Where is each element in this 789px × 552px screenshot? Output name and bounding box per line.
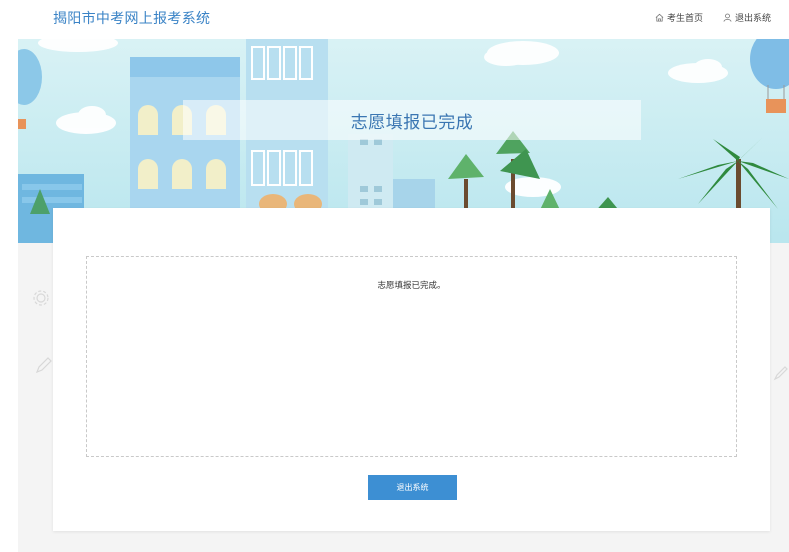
gear-icon <box>33 290 49 306</box>
content-card: 志愿填报已完成。 退出系统 <box>53 208 770 531</box>
home-icon <box>655 13 664 22</box>
exit-system-button[interactable]: 退出系统 <box>368 475 457 500</box>
pencil-icon <box>35 357 52 374</box>
banner-title: 志愿填报已完成 <box>350 112 474 133</box>
nav-logout-link[interactable]: 退出系统 <box>723 11 771 24</box>
pencil-icon <box>773 366 788 381</box>
completion-message: 志愿填报已完成。 <box>377 281 446 291</box>
message-box: 志愿填报已完成。 <box>86 256 737 457</box>
user-icon <box>723 13 732 22</box>
nav-home-label: 考生首页 <box>666 14 703 24</box>
nav-logout-label: 退出系统 <box>734 14 771 24</box>
banner-title-box: 志愿填报已完成 <box>183 100 641 140</box>
top-header: 揭阳市中考网上报考系统 考生首页 退出系统 <box>0 0 789 39</box>
site-title: 揭阳市中考网上报考系统 <box>53 11 211 27</box>
top-nav: 考生首页 退出系统 <box>655 11 771 24</box>
nav-home-link[interactable]: 考生首页 <box>655 11 703 24</box>
